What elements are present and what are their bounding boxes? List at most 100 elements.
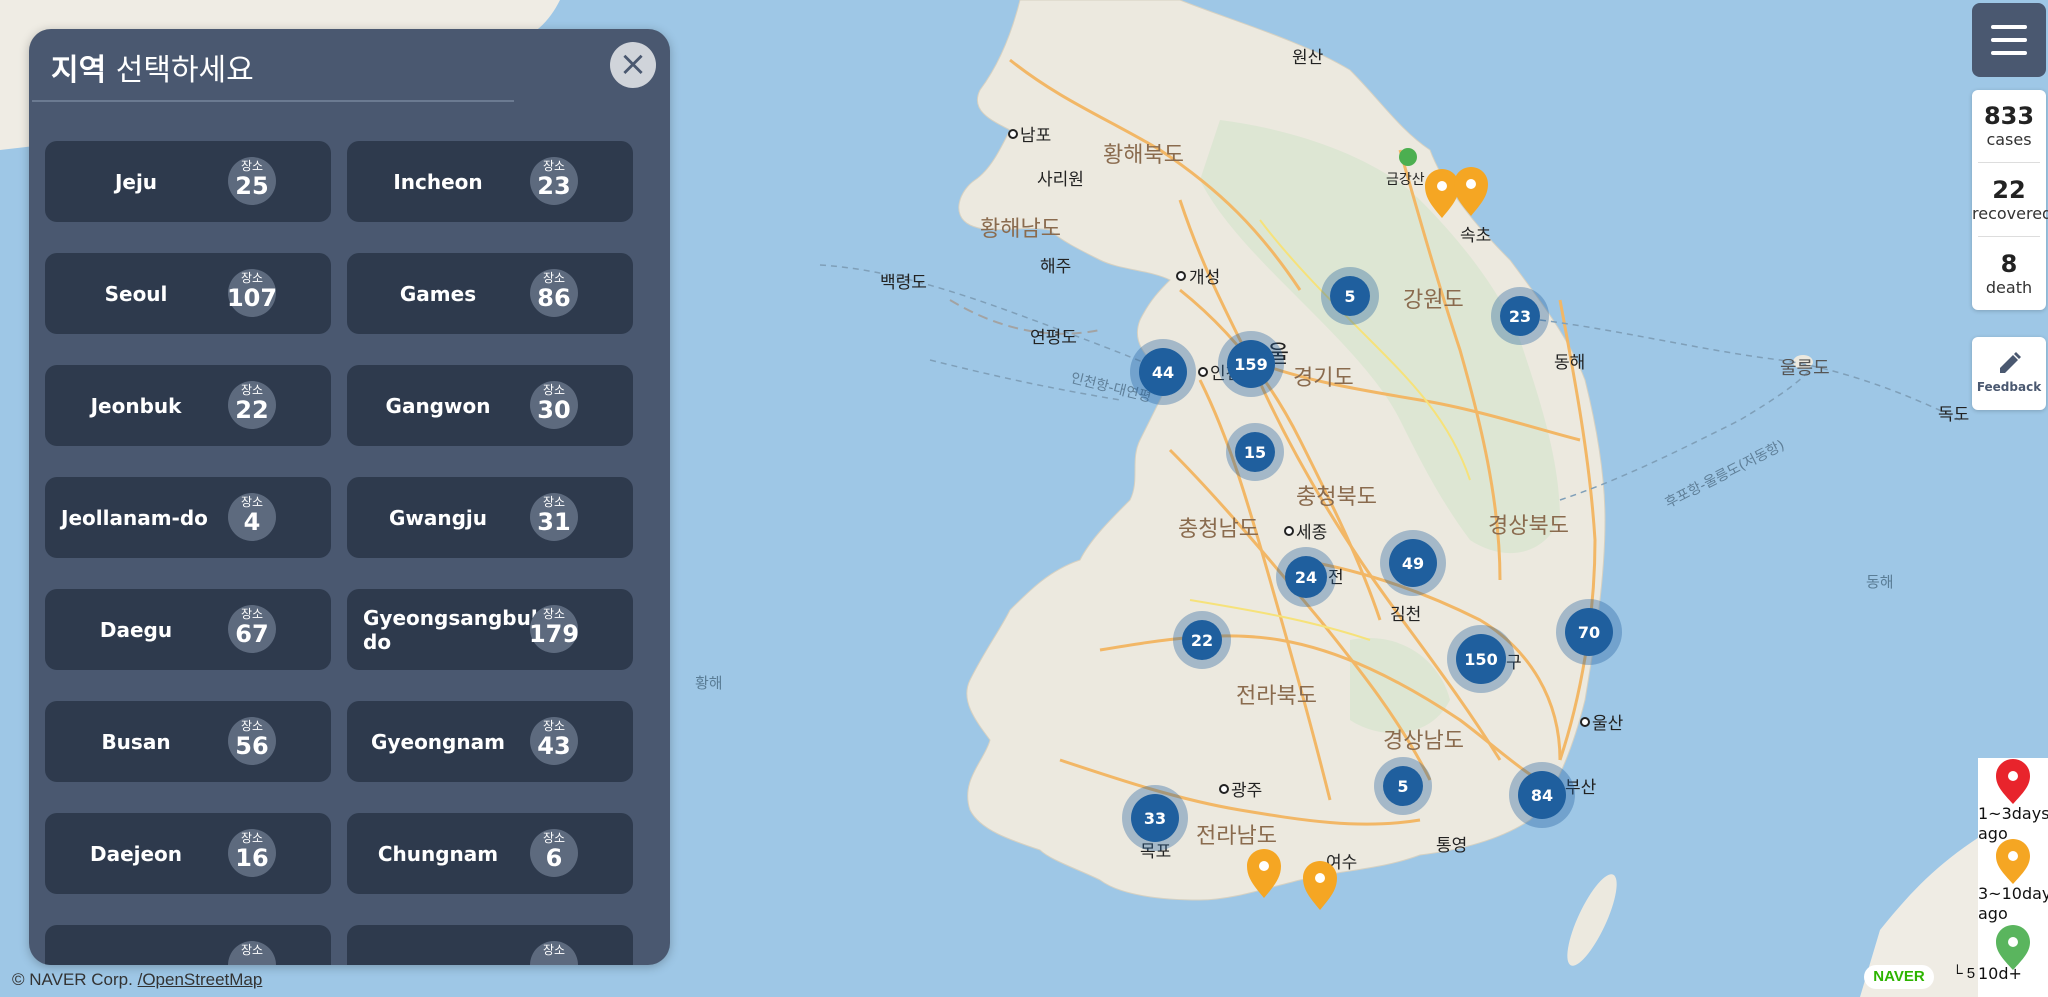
region-count: 6 — [545, 844, 563, 872]
recovered-label: recovered — [1972, 204, 2048, 223]
stats-panel: 833 cases 22 recovered 8 death — [1972, 90, 2048, 310]
cluster-count: 44 — [1152, 363, 1174, 382]
province-label: 황해북도 — [1103, 143, 1184, 168]
cluster-marker[interactable]: 44 — [1130, 339, 1196, 405]
region-name: Daegu — [99, 617, 173, 642]
city-label: 세종 — [1296, 523, 1327, 543]
cluster-count: 5 — [1397, 777, 1408, 796]
feedback-button[interactable]: Feedback — [1972, 337, 2046, 410]
region-count-badge: 장소 30 — [530, 381, 578, 429]
city-label: 동해 — [1554, 353, 1585, 373]
badge-label: 장소 — [542, 831, 566, 845]
naver-copyright: © NAVER Corp. — [12, 970, 133, 989]
legend-label: 10d+ — [1978, 964, 2022, 983]
region-count: 67 — [235, 620, 269, 648]
city-label: 해주 — [1040, 257, 1071, 277]
death-stat: 8 death — [1972, 250, 2046, 298]
cluster-marker[interactable]: 15 — [1226, 423, 1284, 481]
region-tile[interactable]: Chungnam 장소 6 — [347, 813, 633, 894]
sea-label: 동해 — [1866, 573, 1894, 591]
region-name: Gangwon — [385, 393, 491, 418]
cluster-count: 49 — [1402, 554, 1424, 573]
region-tile[interactable]: Incheon 장소 23 — [347, 141, 633, 222]
region-tile[interactable]: 장소 — [45, 925, 331, 965]
region-count-badge: 장소 6 — [530, 829, 578, 877]
close-button[interactable]: × — [610, 42, 656, 88]
region-tile[interactable]: Jeollanam-do 장소 4 — [45, 477, 331, 558]
badge-label: 장소 — [542, 159, 566, 173]
region-count: 107 — [226, 284, 278, 312]
badge-label: 장소 — [240, 495, 264, 509]
cluster-marker[interactable]: 33 — [1122, 785, 1188, 851]
cluster-marker[interactable]: 150 — [1447, 625, 1515, 693]
badge-label: 장소 — [542, 495, 566, 509]
region-tile[interactable]: Jeju 장소 25 — [45, 141, 331, 222]
cluster-count: 5 — [1344, 287, 1355, 306]
region-tile[interactable]: Daejeon 장소 16 — [45, 813, 331, 894]
region-count: 56 — [235, 732, 269, 760]
cluster-marker[interactable]: 5 — [1374, 757, 1432, 815]
cluster-marker[interactable]: 70 — [1556, 599, 1622, 665]
feedback-label: Feedback — [1976, 380, 2042, 394]
osm-link[interactable]: /OpenStreetMap — [138, 970, 263, 989]
region-tile[interactable]: Gyeongnam 장소 43 — [347, 701, 633, 782]
menu-button[interactable] — [1972, 3, 2046, 77]
cluster-count: 24 — [1295, 568, 1317, 587]
badge-label: 장소 — [542, 943, 566, 957]
province-label: 충청북도 — [1296, 485, 1377, 510]
region-name: Incheon — [393, 169, 483, 194]
city-label: 사리원 — [1037, 170, 1084, 190]
badge-label: 장소 — [240, 607, 264, 621]
region-count: 30 — [537, 396, 571, 424]
badge-label: 장소 — [542, 271, 566, 285]
region-name: Jeonbuk — [90, 393, 182, 418]
region-count: 25 — [235, 172, 269, 200]
region-count-badge: 장소 107 — [227, 269, 277, 317]
region-count-badge: 장소 4 — [228, 493, 276, 541]
cases-label: cases — [1986, 130, 2032, 149]
region-count-badge: 장소 179 — [529, 605, 579, 653]
cluster-marker[interactable]: 24 — [1276, 547, 1336, 607]
cluster-marker[interactable]: 84 — [1509, 762, 1575, 828]
cluster-marker[interactable]: 23 — [1491, 287, 1549, 345]
region-name: Chungnam — [377, 841, 499, 866]
region-count-badge: 장소 16 — [228, 829, 276, 877]
region-name: Busan — [101, 729, 171, 754]
province-label: 황해남도 — [980, 217, 1061, 242]
cluster-marker[interactable]: 22 — [1173, 611, 1231, 669]
region-count-badge: 장소 25 — [228, 157, 276, 205]
badge-label: 장소 — [542, 383, 566, 397]
cluster-count: 150 — [1464, 650, 1497, 669]
region-name: Jeollanam-do — [61, 505, 208, 530]
region-name: Gwangju — [388, 505, 488, 530]
region-name: Jeju — [114, 169, 158, 194]
cluster-marker[interactable]: 5 — [1321, 267, 1379, 325]
region-tile[interactable]: Seoul 장소 107 — [45, 253, 331, 334]
region-panel: 지역 선택하세요 × Jeju 장소 25 Incheon 장소 23 Seoul 장소 107… — [29, 29, 670, 965]
province-label: 경상남도 — [1383, 729, 1464, 754]
region-count-badge: 장소 43 — [530, 717, 578, 765]
region-tile[interactable]: Jeonbuk 장소 22 — [45, 365, 331, 446]
province-label: 강원도 — [1403, 288, 1464, 313]
province-label: 전라남도 — [1196, 824, 1277, 849]
region-tile[interactable]: 장소 — [347, 925, 633, 965]
city-label: 울릉도 — [1780, 358, 1830, 379]
cluster-marker[interactable]: 49 — [1380, 530, 1446, 596]
region-name: Seoul — [104, 281, 168, 306]
region-count: 16 — [235, 844, 269, 872]
cluster-count: 70 — [1578, 623, 1600, 642]
region-count: 23 — [537, 172, 571, 200]
region-tile[interactable]: Daegu 장소 67 — [45, 589, 331, 670]
cluster-count: 15 — [1244, 443, 1266, 462]
panel-title-bold: 지역 — [51, 53, 107, 88]
cluster-count: 23 — [1509, 307, 1531, 326]
region-count: 179 — [528, 620, 580, 648]
badge-label: 장소 — [240, 271, 264, 285]
region-tile[interactable]: Games 장소 86 — [347, 253, 633, 334]
region-tile[interactable]: Busan 장소 56 — [45, 701, 331, 782]
region-tile[interactable]: Gwangju 장소 31 — [347, 477, 633, 558]
region-count-badge: 장소 67 — [228, 605, 276, 653]
cluster-marker[interactable]: 159 — [1218, 331, 1284, 397]
region-tile[interactable]: Gyeongsangbuk-do 장소 179 — [347, 589, 633, 670]
region-tile[interactable]: Gangwon 장소 30 — [347, 365, 633, 446]
